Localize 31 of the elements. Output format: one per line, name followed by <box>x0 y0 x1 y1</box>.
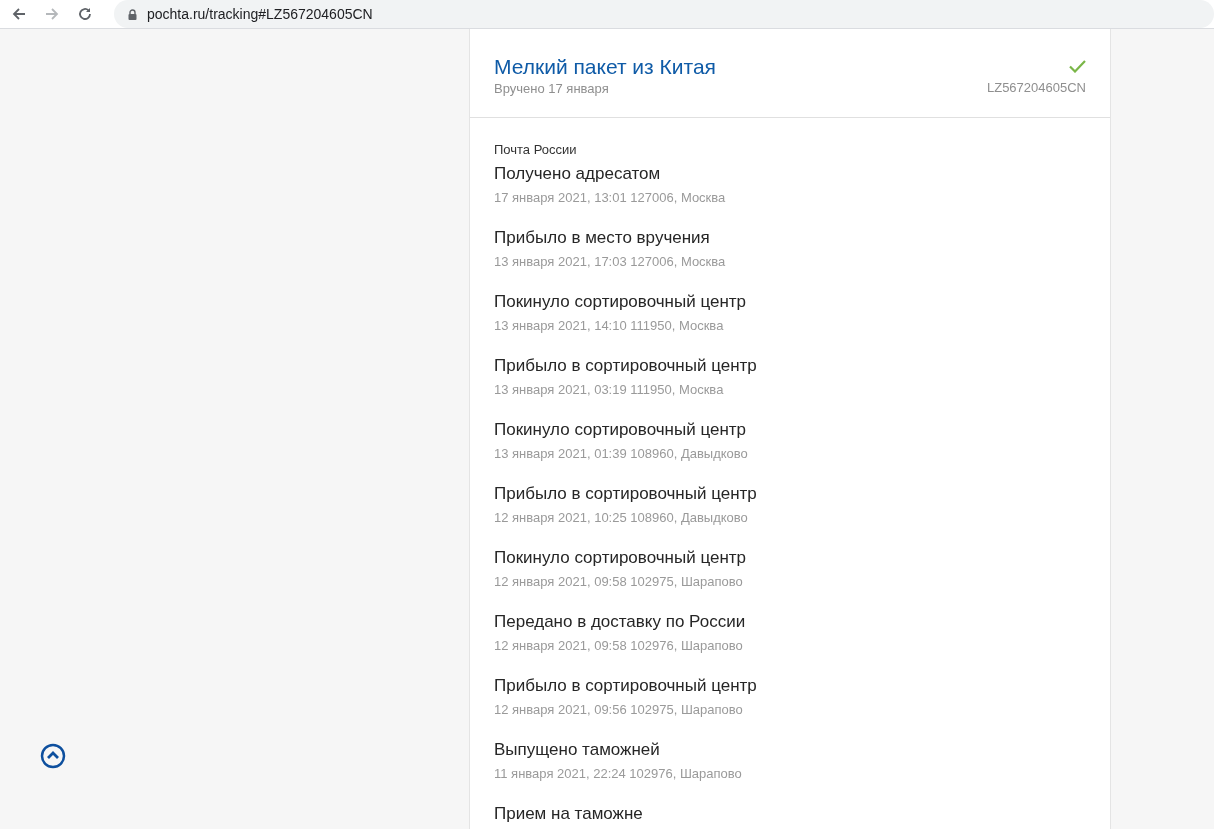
event-details: 13 января 2021, 01:39 108960, Давыдково <box>494 445 749 462</box>
track-number: LZ567204605CN <box>986 79 1086 96</box>
url-text: pochta.ru/tracking#LZ567204605CN <box>147 6 373 22</box>
event-details: 17 января 2021, 13:01 127006, Москва <box>494 189 727 206</box>
event-details: 13 января 2021, 17:03 127006, Москва <box>494 253 727 270</box>
parcel-title: Мелкий пакет из Китая <box>494 54 716 80</box>
event-title: Покинуло сортировочный центр <box>494 547 748 569</box>
back-arrow-icon[interactable] <box>11 6 27 22</box>
event-title: Прибыло в сортировочный центр <box>494 483 758 505</box>
event-title: Передано в доставку по России <box>494 611 747 633</box>
event-title: Прибыло в место вручения <box>494 227 711 249</box>
event-title: Прибыло в сортировочный центр <box>494 675 758 697</box>
address-bar[interactable]: pochta.ru/tracking#LZ567204605CN <box>114 0 1214 28</box>
event-details: 11 января 2021, 22:24 102976, Шарапово <box>494 765 743 782</box>
reload-icon[interactable] <box>77 6 93 22</box>
event-title: Прибыло в сортировочный центр <box>494 355 758 377</box>
event-title: Выпущено таможней <box>494 739 661 761</box>
event-details: 13 января 2021, 03:19 111950, Москва <box>494 381 725 398</box>
event-details: 12 января 2021, 09:56 102975, Шарапово <box>494 701 744 718</box>
parcel-status: Вручено 17 января <box>494 80 610 97</box>
lock-icon <box>128 8 137 20</box>
event-details: 12 января 2021, 09:58 102976, Шарапово <box>494 637 744 654</box>
event-title: Покинуло сортировочный центр <box>494 291 748 313</box>
event-details: 12 января 2021, 10:25 108960, Давыдково <box>494 509 749 526</box>
event-details: 12 января 2021, 09:58 102975, Шарапово <box>494 573 744 590</box>
event-title: Получено адресатом <box>494 163 662 185</box>
event-title: Покинуло сортировочный центр <box>494 419 748 441</box>
carrier-name: Почта России <box>494 141 578 159</box>
event-title: Прием на таможне <box>494 803 644 825</box>
event-details: 13 января 2021, 14:10 111950, Москва <box>494 317 725 334</box>
scroll-up-button[interactable] <box>39 742 67 770</box>
